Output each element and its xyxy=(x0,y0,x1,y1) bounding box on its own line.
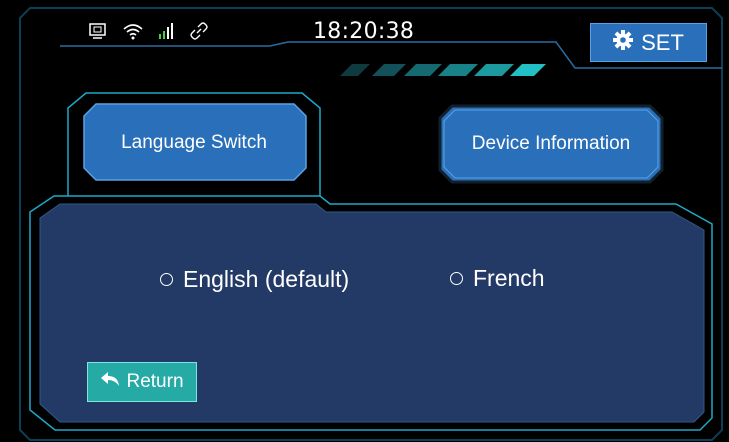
wifi-icon xyxy=(122,22,144,40)
link-icon xyxy=(190,22,208,40)
tab-language-switch[interactable]: Language Switch xyxy=(82,105,306,181)
set-button[interactable]: SET xyxy=(590,23,707,62)
screen-icon xyxy=(88,22,108,40)
language-option-french[interactable]: French xyxy=(450,265,545,292)
header-stripes xyxy=(340,64,546,76)
signal-icon xyxy=(158,22,176,40)
tab-device-information-label: Device Information xyxy=(471,132,631,154)
language-option-english-label: English (default) xyxy=(183,266,350,292)
status-clock: 18:20:38 xyxy=(313,19,415,44)
gear-icon xyxy=(613,29,634,56)
tab-language-switch-label: Language Switch xyxy=(121,132,267,153)
language-option-english[interactable]: English (default) xyxy=(160,266,349,293)
tab-device-information[interactable]: Device Information xyxy=(440,107,662,180)
reply-arrow-icon xyxy=(100,371,120,393)
radio-circle-icon[interactable] xyxy=(160,273,173,286)
language-option-french-label: French xyxy=(473,265,545,291)
return-button-label: Return xyxy=(126,371,184,392)
return-button[interactable]: Return xyxy=(87,362,197,402)
radio-circle-icon[interactable] xyxy=(450,272,463,285)
settings-screen: 18:20:38 SET Language Switch Device Info… xyxy=(0,0,729,442)
status-bar-icons xyxy=(88,22,208,40)
set-button-label: SET xyxy=(641,29,684,55)
